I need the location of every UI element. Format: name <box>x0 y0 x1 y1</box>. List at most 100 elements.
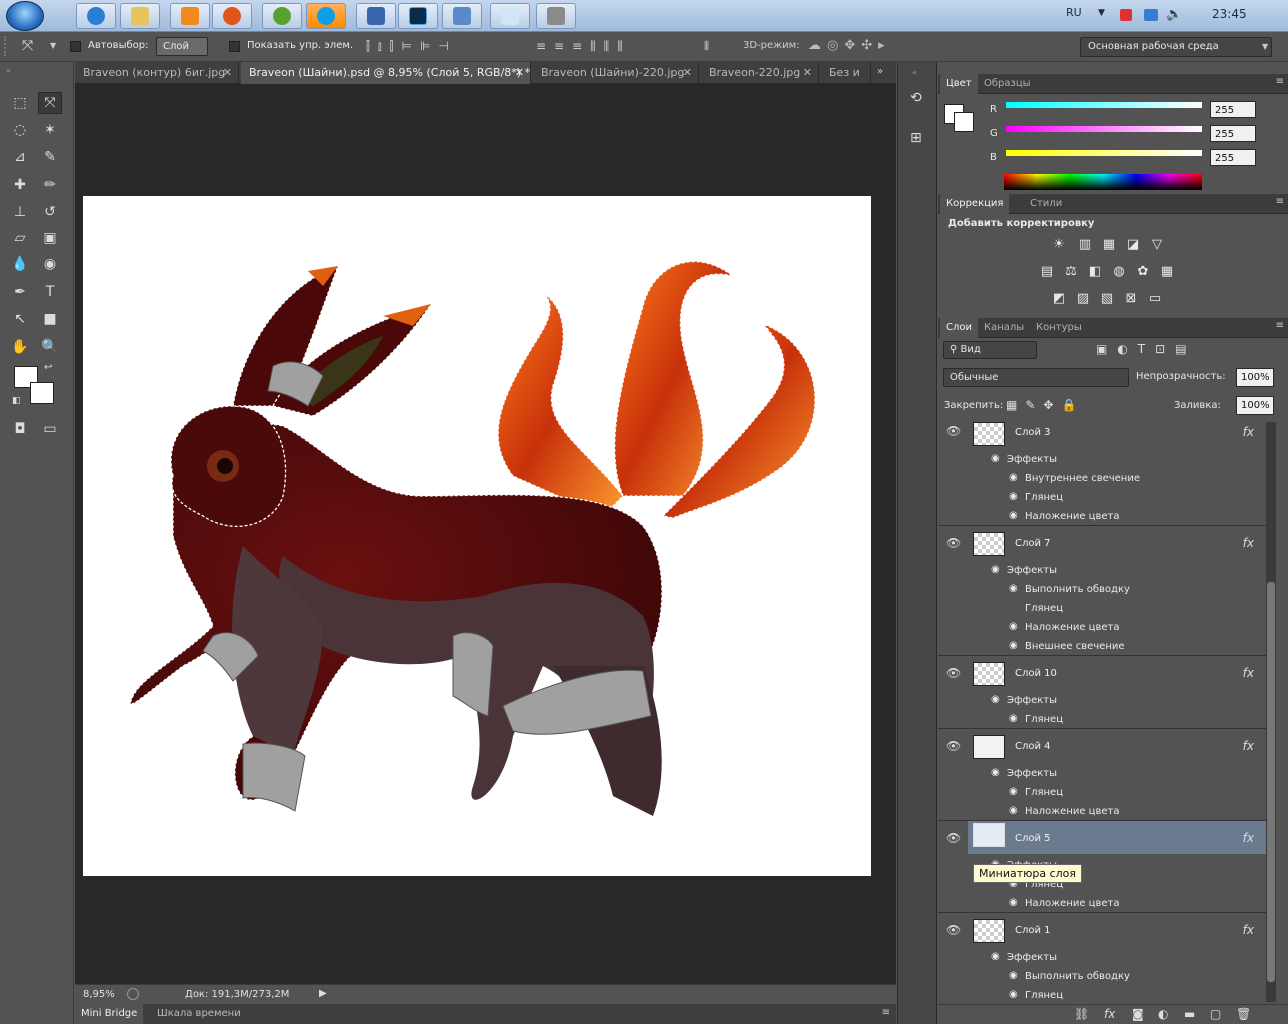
channel-b-slider[interactable] <box>1006 150 1202 156</box>
layer-row[interactable]: 👁 Слой 3 fx ◉ Эффекты ◉ Внутреннее свечени… <box>938 420 1266 526</box>
hue-saturation-icon[interactable]: ▤ <box>1038 264 1056 280</box>
crop-tool-icon[interactable]: ⊿ <box>8 146 32 168</box>
swap-colors-icon[interactable]: ↩ <box>44 362 52 373</box>
fx-icon[interactable]: fx <box>1243 536 1254 550</box>
new-layer-icon[interactable]: ▢ <box>1210 1007 1221 1021</box>
visibility-eye-icon[interactable]: 👁 <box>946 831 961 845</box>
tab-styles[interactable]: Стили <box>1024 194 1068 214</box>
eye-icon[interactable]: ◉ <box>1009 510 1018 521</box>
color-lookup-icon[interactable]: ▦ <box>1158 264 1176 280</box>
doc-tab[interactable]: Без и <box>821 62 871 84</box>
workspace-chevron-icon[interactable]: ▼ <box>1262 42 1268 51</box>
channel-b-value[interactable]: 255 <box>1210 149 1256 166</box>
effect-item[interactable]: ◉ Выполнить обводку <box>1009 970 1130 982</box>
black-white-icon[interactable]: ◧ <box>1086 264 1104 280</box>
align-buttons[interactable]: ⫿⫾⫿⊨⊫⊣ <box>366 39 457 54</box>
fx-icon[interactable]: fx <box>1243 425 1254 439</box>
workspace-select[interactable]: Основная рабочая среда <box>1080 37 1272 57</box>
layer-thumbnail[interactable] <box>973 662 1005 686</box>
eye-icon[interactable]: ◉ <box>991 564 1000 575</box>
gradient-map-icon[interactable]: ▭ <box>1146 291 1164 307</box>
move-tool-icon[interactable]: ⤧ <box>38 92 62 114</box>
photoshop-icon[interactable] <box>398 3 438 29</box>
eye-icon[interactable]: ◉ <box>1009 640 1018 651</box>
opacity-input[interactable]: 100% <box>1236 368 1274 387</box>
status-menu-icon[interactable]: ▶ <box>319 988 327 999</box>
close-icon[interactable]: ✕ <box>683 62 692 84</box>
tab-timeline[interactable]: Шкала времени <box>151 1004 247 1024</box>
effect-item[interactable]: ◉ Глянец <box>1009 491 1063 503</box>
ie-icon[interactable] <box>76 3 116 29</box>
layer-thumbnail[interactable] <box>973 532 1005 556</box>
trash-icon[interactable]: 🗑 <box>1236 1007 1251 1021</box>
tab-channels[interactable]: Каналы <box>978 318 1030 338</box>
close-icon[interactable]: ✕ <box>223 62 232 84</box>
tab-mini-bridge[interactable]: Mini Bridge <box>75 1004 144 1024</box>
tab-adjustments[interactable]: Коррекция <box>940 194 1010 214</box>
effect-item[interactable]: ◉ Наложение цвета <box>1009 805 1120 817</box>
channel-g-slider[interactable] <box>1006 126 1202 132</box>
eye-icon[interactable]: ◉ <box>1009 491 1018 502</box>
link-layers-icon[interactable]: ⛓ <box>1074 1007 1089 1021</box>
zoom-tool-icon[interactable]: 🔍 <box>38 336 62 358</box>
eye-icon[interactable]: ◉ <box>1009 786 1018 797</box>
network-icon[interactable] <box>1144 9 1158 21</box>
fx-icon[interactable]: fx <box>1243 831 1254 845</box>
eye-icon[interactable]: ◉ <box>1009 805 1018 816</box>
tab-paths[interactable]: Контуры <box>1030 318 1088 338</box>
tab-swatches[interactable]: Образцы <box>978 74 1037 94</box>
eye-icon[interactable]: ◉ <box>991 453 1000 464</box>
levels-icon[interactable]: ▥ <box>1076 237 1094 253</box>
brush-tool-icon[interactable]: ✏ <box>38 174 62 196</box>
effect-item[interactable]: ◉ Выполнить обводку <box>1009 583 1130 595</box>
pen-tool-icon[interactable]: ✒ <box>8 281 32 303</box>
start-button[interactable] <box>6 1 44 31</box>
skype-icon[interactable] <box>306 3 346 29</box>
background-color-swatch[interactable] <box>30 382 54 404</box>
doc-tab-active[interactable]: Braveon (Шайни).psd @ 8,95% (Слой 5, RGB… <box>241 62 531 84</box>
collapse-icon[interactable]: » <box>6 66 11 75</box>
effect-item[interactable]: ◉ Наложение цвета <box>1009 510 1120 522</box>
layer-thumbnail[interactable] <box>973 919 1005 943</box>
curves-icon[interactable]: ▦ <box>1100 237 1118 253</box>
background-color-swatch[interactable] <box>954 112 974 132</box>
tab-layers[interactable]: Слои <box>940 318 978 338</box>
photo-filter-icon[interactable]: ◍ <box>1110 264 1128 280</box>
healing-brush-icon[interactable]: ✚ <box>8 174 32 196</box>
effect-item[interactable]: ◉ Глянец <box>1009 713 1063 725</box>
status-icon[interactable] <box>127 988 139 1000</box>
panel-menu-icon[interactable]: ≡ <box>1276 320 1284 331</box>
eye-icon[interactable]: ◉ <box>1009 583 1018 594</box>
adjustment-layer-icon[interactable]: ◐ <box>1158 1007 1168 1021</box>
visibility-eye-icon[interactable]: 👁 <box>946 424 961 438</box>
notepad-icon[interactable] <box>490 3 530 29</box>
collapse-icon[interactable]: « <box>912 68 917 77</box>
eye-icon[interactable]: ◉ <box>991 694 1000 705</box>
explorer-icon[interactable] <box>120 3 160 29</box>
history-brush-icon[interactable]: ↺ <box>38 201 62 223</box>
visibility-eye-icon[interactable]: 👁 <box>946 666 961 680</box>
autoselect-select[interactable]: Слой <box>156 37 208 56</box>
selective-color-icon[interactable]: ⊠ <box>1122 291 1140 307</box>
auto-align-icon[interactable]: ⫴ <box>704 39 709 54</box>
close-icon[interactable]: ✕ <box>803 62 812 84</box>
move-tool-icon[interactable]: ⤧ <box>22 38 33 54</box>
autoselect-checkbox[interactable] <box>70 41 81 52</box>
color-balance-icon[interactable]: ⚖ <box>1062 264 1080 280</box>
3d-tools[interactable]: ☁◎✥✣▸ <box>808 38 891 53</box>
show-transform-checkbox[interactable] <box>229 41 240 52</box>
stamp-tool-icon[interactable]: ⊥ <box>8 201 32 223</box>
more-tabs-icon[interactable]: » <box>877 66 883 77</box>
layer-thumbnail[interactable] <box>973 823 1005 847</box>
network-error-icon[interactable] <box>1120 9 1132 21</box>
invert-icon[interactable]: ◩ <box>1050 291 1068 307</box>
layer-row[interactable]: 👁 Слой 7 fx ◉ Эффекты ◉ Выполнить обводку … <box>938 526 1266 656</box>
layer-row[interactable]: 👁 Слой 10 fx ◉ Эффекты ◉ Глянец <box>938 656 1266 729</box>
effect-item[interactable]: ◉ Глянец <box>1009 786 1063 798</box>
gradient-tool-icon[interactable]: ▣ <box>38 227 62 249</box>
doc-tab[interactable]: Braveon-220.jpg ✕ <box>701 62 819 84</box>
dodge-tool-icon[interactable]: ◉ <box>38 253 62 275</box>
fx-icon[interactable]: fx <box>1243 666 1254 680</box>
vibrance-icon[interactable]: ▽ <box>1148 237 1166 253</box>
layer-filter-select[interactable]: ⚲ Вид <box>943 341 1037 359</box>
